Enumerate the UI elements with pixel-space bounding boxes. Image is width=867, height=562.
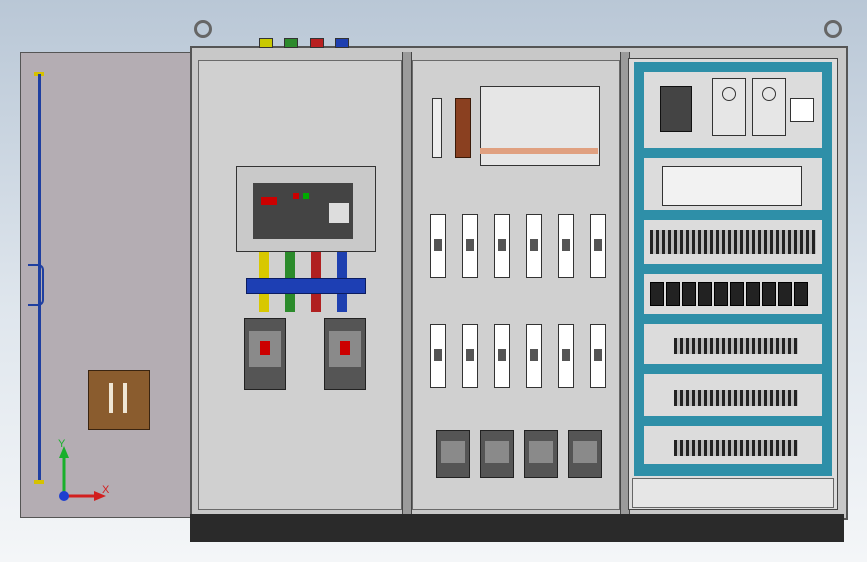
relay-bank: [650, 230, 816, 254]
power-supply-1[interactable]: [712, 78, 746, 136]
ground-bar: [455, 98, 471, 158]
phase-tag-red: [310, 38, 324, 48]
mcb-row1-5[interactable]: [558, 214, 574, 278]
phase-tag-green: [284, 38, 298, 48]
mcb-row2-6[interactable]: [590, 324, 606, 388]
wire-duct-h4: [634, 314, 832, 324]
relay-1[interactable]: [650, 282, 664, 306]
breaker-bottom-2[interactable]: [480, 430, 514, 478]
mcb-row2-2[interactable]: [462, 324, 478, 388]
terminal-block-small: [790, 98, 814, 122]
coordinate-triad: Y X: [54, 438, 114, 506]
breaker-bottom-1[interactable]: [436, 430, 470, 478]
relay-2[interactable]: [666, 282, 680, 306]
contactor-assembly[interactable]: [480, 86, 600, 166]
wire-duct-bottom: [634, 464, 832, 476]
relay-3[interactable]: [682, 282, 696, 306]
plc-unit[interactable]: [662, 166, 802, 206]
phase-tag-yellow: [259, 38, 273, 48]
mcb-row1-1[interactable]: [430, 214, 446, 278]
document-pocket: [88, 370, 150, 430]
protection-breaker[interactable]: [660, 86, 692, 132]
mcb-row1-3[interactable]: [494, 214, 510, 278]
door-hinge-bottom: [34, 480, 44, 484]
mccb-right[interactable]: [324, 318, 366, 390]
relay-5[interactable]: [714, 282, 728, 306]
wire-duct-h3: [634, 264, 832, 274]
mcb-row1-6[interactable]: [590, 214, 606, 278]
section-divider-1: [402, 52, 412, 514]
terminal-row-3: [674, 440, 798, 456]
lifting-eye-right: [824, 20, 842, 38]
power-supply-2[interactable]: [752, 78, 786, 136]
relay-6[interactable]: [730, 282, 744, 306]
wire-duct-h1: [634, 148, 832, 158]
x-axis-label: X: [102, 484, 110, 496]
mcb-row1-4[interactable]: [526, 214, 542, 278]
door-handle[interactable]: [28, 264, 44, 306]
wire-duct-h5: [634, 364, 832, 374]
wire-duct-h6: [634, 416, 832, 426]
relay-7[interactable]: [746, 282, 760, 306]
relay-10[interactable]: [794, 282, 808, 306]
gland-plate: [632, 478, 834, 508]
terminal-strip: [432, 98, 442, 158]
mcb-row2-4[interactable]: [526, 324, 542, 388]
mcb-row2-3[interactable]: [494, 324, 510, 388]
cabinet-plinth: [190, 514, 844, 542]
relay-4[interactable]: [698, 282, 712, 306]
y-axis-label: Y: [58, 438, 66, 450]
terminal-row-2: [674, 390, 798, 406]
breaker-bottom-4[interactable]: [568, 430, 602, 478]
mcb-row2-5[interactable]: [558, 324, 574, 388]
cad-viewport[interactable]: { "viewport": { "background": "gradient-…: [0, 0, 867, 562]
lifting-eye-left: [194, 20, 212, 38]
relay-8[interactable]: [762, 282, 776, 306]
relay-9[interactable]: [778, 282, 792, 306]
mccb-left[interactable]: [244, 318, 286, 390]
mcb-row1-2[interactable]: [462, 214, 478, 278]
mcb-row2-1[interactable]: [430, 324, 446, 388]
air-circuit-breaker[interactable]: [236, 166, 376, 252]
contactor-rail: [480, 148, 598, 154]
busbar-support: [246, 278, 366, 294]
breaker-bottom-3[interactable]: [524, 430, 558, 478]
wire-duct-h2: [634, 210, 832, 220]
wire-duct-top: [634, 62, 832, 72]
terminal-row-1: [674, 338, 798, 354]
phase-tag-blue: [335, 38, 349, 48]
